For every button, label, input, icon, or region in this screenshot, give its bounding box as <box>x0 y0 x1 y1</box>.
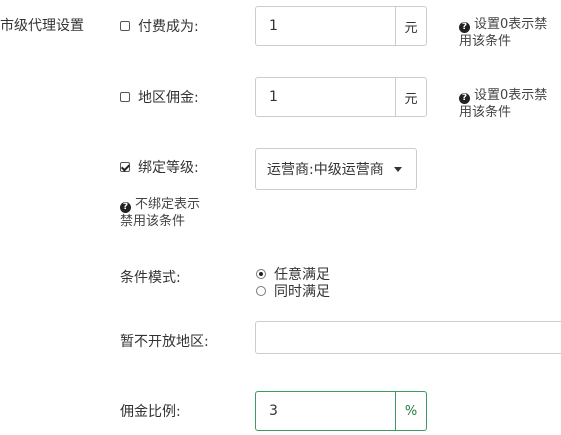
region-commission-input[interactable]: 1 <box>256 78 395 116</box>
radio-icon[interactable] <box>256 285 266 296</box>
commission-ratio-input-group: 3 % <box>255 391 427 431</box>
bind-level-checkbox-row[interactable]: 绑定等级: <box>120 157 199 177</box>
commission-ratio-label: 佣金比例: <box>120 404 181 420</box>
commission-ratio-unit-addon: % <box>395 392 426 430</box>
region-commission-checkbox-icon[interactable] <box>120 92 130 102</box>
region-commission-unit-addon: 元 <box>395 78 426 116</box>
paid-amount-input[interactable]: 1 <box>256 7 395 45</box>
question-circle-icon: ? <box>120 202 131 213</box>
bind-level-help-text: ? 不绑定表示 禁用该条件 <box>120 197 201 229</box>
bind-level-checkbox-icon[interactable] <box>120 162 130 172</box>
condition-mode-label: 条件模式: <box>120 270 181 286</box>
radio-option-any[interactable]: 任意满足 <box>256 265 330 283</box>
paid-help-text: ? 设置0表示禁 用该条件 <box>459 17 548 49</box>
paid-checkbox-row[interactable]: 付费成为: <box>120 16 199 36</box>
region-commission-help-text: ? 设置0表示禁 用该条件 <box>459 88 548 120</box>
region-commission-checkbox-label: 地区佣金: <box>138 90 199 106</box>
bind-level-selected-value: 运营商:中级运营商 <box>267 162 384 178</box>
section-title: 市级代理设置 <box>0 18 84 34</box>
commission-ratio-input[interactable]: 3 <box>256 392 395 430</box>
paid-amount-input-group: 1 元 <box>255 6 427 46</box>
region-commission-input-group: 1 元 <box>255 77 427 117</box>
question-circle-icon: ? <box>459 93 470 104</box>
closed-regions-label: 暂不开放地区: <box>120 334 209 350</box>
paid-checkbox-label: 付费成为: <box>138 19 199 35</box>
condition-mode-radio-group: 任意满足 同时满足 <box>256 265 330 300</box>
paid-checkbox-icon[interactable] <box>120 21 130 31</box>
bind-level-checkbox-label: 绑定等级: <box>138 160 199 176</box>
caret-down-icon <box>394 166 402 172</box>
radio-option-all[interactable]: 同时满足 <box>256 282 330 300</box>
bind-level-select[interactable]: 运营商:中级运营商 <box>255 148 417 190</box>
paid-unit-addon: 元 <box>395 7 426 45</box>
question-circle-icon: ? <box>459 22 470 33</box>
radio-icon[interactable] <box>256 268 266 279</box>
radio-option-all-label: 同时满足 <box>274 283 330 300</box>
closed-regions-input[interactable] <box>255 321 561 354</box>
region-commission-checkbox-row[interactable]: 地区佣金: <box>120 87 199 107</box>
